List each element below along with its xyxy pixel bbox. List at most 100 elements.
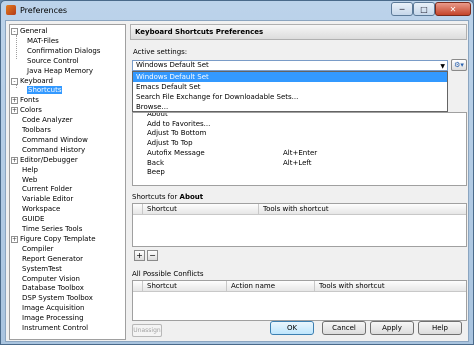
settings-dropdown-list: Windows Default Set Emacs Default Set Sear… xyxy=(132,71,448,112)
tree-item-label: General xyxy=(20,27,48,35)
command-row[interactable]: Adjust To Top xyxy=(133,139,466,148)
command-row[interactable]: Adjust To Bottom xyxy=(133,129,466,138)
tree-item[interactable]: SystemTest xyxy=(11,265,62,274)
tree-item-label: Keyboard xyxy=(20,76,53,85)
tree-item-label: Image Acquisition xyxy=(22,304,85,313)
tree-item[interactable]: Toolbars xyxy=(11,126,51,135)
tree-item[interactable]: Instrument Control xyxy=(11,324,88,333)
command-shortcut: Alt+Left xyxy=(283,158,312,167)
tree-item-label: Web xyxy=(22,175,38,184)
expand-icon[interactable]: + xyxy=(11,235,18,243)
preferences-tree[interactable]: - General MAT-Files Confirmation Dialogs Sou… xyxy=(9,24,126,340)
tree-item-label: GUIDE xyxy=(22,215,45,224)
commands-table[interactable]: About Add to Favorites... Adjust To Bottom… xyxy=(132,112,467,186)
tree-item[interactable]: Code Analyzer xyxy=(11,116,73,125)
tree-item[interactable]: - Keyboard xyxy=(11,77,53,86)
maximize-button[interactable]: □ xyxy=(413,2,435,16)
tree-item-label: Figure Copy Template xyxy=(20,234,96,243)
close-button[interactable]: ✕ xyxy=(435,2,471,16)
apply-button[interactable]: Apply xyxy=(370,321,414,335)
tree-item[interactable]: Web xyxy=(11,176,37,185)
command-action: About xyxy=(147,112,168,118)
tree-item[interactable]: Image Processing xyxy=(11,314,84,323)
command-row[interactable]: About xyxy=(133,112,466,119)
tree-item-label: Variable Editor xyxy=(22,195,74,204)
tree-item[interactable]: Help xyxy=(11,166,38,175)
tree-item[interactable]: Time Series Tools xyxy=(11,225,82,234)
tree-item-label: SystemTest xyxy=(22,264,62,273)
tree-item[interactable]: Java Heap Memory xyxy=(27,67,93,76)
column-shortcut[interactable]: Shortcut xyxy=(143,281,227,292)
tree-item-label: Instrument Control xyxy=(22,324,89,332)
shortcuts-for-target: About xyxy=(179,193,204,201)
command-action: Beep xyxy=(147,168,165,177)
tree-item[interactable]: Current Folder xyxy=(11,185,72,194)
tree-item[interactable]: Command History xyxy=(11,146,85,155)
conflicts-label: All Possible Conflicts xyxy=(132,270,204,278)
tree-item[interactable]: + Fonts xyxy=(11,96,39,105)
tree-item[interactable]: Compiler xyxy=(11,245,54,254)
tree-item[interactable]: + Editor/Debugger xyxy=(11,156,78,165)
shortcuts-grid[interactable]: Shortcut Tools with shortcut xyxy=(132,203,467,247)
add-shortcut-button[interactable]: + xyxy=(134,250,145,261)
tree-item[interactable]: Report Generator xyxy=(11,255,83,264)
tree-item[interactable]: - General xyxy=(11,27,48,36)
tree-item[interactable]: Workspace xyxy=(11,205,60,214)
tree-item[interactable]: Variable Editor xyxy=(11,195,73,204)
dropdown-option[interactable]: Emacs Default Set xyxy=(133,82,447,92)
command-row[interactable]: Add to Favorites... xyxy=(133,120,466,129)
tree-item[interactable]: Confirmation Dialogs xyxy=(27,47,100,56)
tree-item[interactable]: Database Toolbox xyxy=(11,284,84,293)
tree-item[interactable]: + Colors xyxy=(11,106,42,115)
command-row[interactable]: Autofix Message Alt+Enter xyxy=(133,149,466,158)
tree-guide-line xyxy=(16,35,17,59)
dropdown-option[interactable]: Windows Default Set xyxy=(133,72,447,82)
collapse-icon[interactable]: - xyxy=(11,77,18,85)
title-bar[interactable]: Preferences ─ □ ✕ xyxy=(1,1,473,19)
column-action-name[interactable]: Action name xyxy=(227,281,315,292)
collapse-icon[interactable]: - xyxy=(11,28,18,35)
grid-corner xyxy=(133,281,143,292)
column-tools[interactable]: Tools with shortcut xyxy=(315,281,467,292)
column-shortcut[interactable]: Shortcut xyxy=(143,204,259,215)
help-button[interactable]: Help xyxy=(418,321,462,335)
command-action: Adjust To Bottom xyxy=(147,129,207,138)
pane-header: Keyboard Shortcuts Preferences xyxy=(130,24,467,40)
dropdown-option[interactable]: Browse... xyxy=(133,102,447,112)
ok-button[interactable]: OK xyxy=(270,321,314,335)
dropdown-option[interactable]: Search File Exchange for Downloadable Se… xyxy=(133,92,447,102)
tree-item-label: Shortcuts xyxy=(27,86,63,95)
tree-item[interactable]: MAT-Files xyxy=(27,37,59,46)
conflicts-grid[interactable]: Shortcut Action name Tools with shortcut xyxy=(132,280,467,321)
remove-shortcut-button[interactable]: − xyxy=(147,250,158,261)
tree-item[interactable]: GUIDE xyxy=(11,215,44,224)
expand-icon[interactable]: + xyxy=(11,97,18,105)
expand-icon[interactable]: + xyxy=(11,156,18,164)
tree-item-label: Image Processing xyxy=(22,314,84,323)
command-row[interactable]: Beep xyxy=(133,168,466,177)
matlab-icon xyxy=(6,5,16,15)
command-row[interactable]: Back Alt+Left xyxy=(133,159,466,168)
tree-item[interactable]: Source Control xyxy=(27,57,79,66)
tree-item[interactable]: Image Acquisition xyxy=(11,304,85,313)
command-action: Adjust To Top xyxy=(147,139,193,148)
tree-item[interactable]: Computer Vision xyxy=(11,275,80,284)
minimize-button[interactable]: ─ xyxy=(391,2,413,16)
conflicts-grid-header: Shortcut Action name Tools with shortcut xyxy=(133,281,466,292)
tree-item[interactable]: + Figure Copy Template xyxy=(11,235,96,244)
chevron-down-icon: ▼ xyxy=(440,63,445,70)
cancel-button[interactable]: Cancel xyxy=(322,321,366,335)
active-settings-value: Windows Default Set xyxy=(136,61,209,69)
expand-icon[interactable]: + xyxy=(11,107,18,115)
column-tools[interactable]: Tools with shortcut xyxy=(259,204,467,215)
active-settings-select[interactable]: Windows Default Set ▼ xyxy=(132,60,448,71)
tree-item-label: Fonts xyxy=(20,96,39,105)
shortcuts-pane: Keyboard Shortcuts Preferences Active se… xyxy=(130,24,467,337)
tree-item-label: Colors xyxy=(20,106,42,115)
shortcuts-grid-header: Shortcut Tools with shortcut xyxy=(133,204,466,215)
gear-menu-button[interactable]: ⚙▾ xyxy=(451,59,467,71)
tree-item[interactable]: Shortcuts xyxy=(27,86,63,95)
shortcuts-for-prefix: Shortcuts for xyxy=(132,193,180,201)
tree-item[interactable]: Command Window xyxy=(11,136,88,145)
tree-item[interactable]: DSP System Toolbox xyxy=(11,294,93,303)
